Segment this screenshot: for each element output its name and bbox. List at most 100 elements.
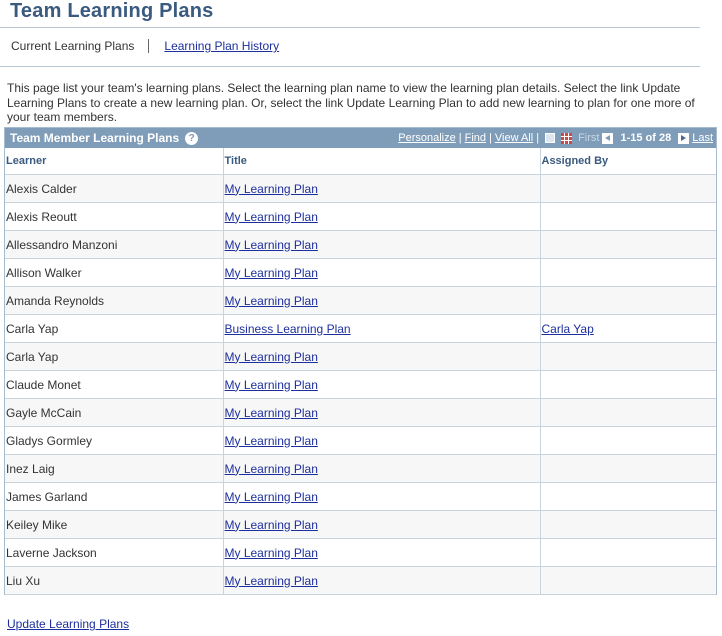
learning-plan-title-link[interactable]: My Learning Plan — [225, 546, 318, 560]
column-header-learner[interactable]: Learner — [5, 148, 224, 175]
table-row: Claude Monet My Learning Plan — [5, 370, 716, 399]
table-row: Allessandro Manzoni My Learning Plan — [5, 230, 716, 259]
last-link[interactable]: Last — [692, 132, 713, 144]
tab-learning-plan-history[interactable]: Learning Plan History — [164, 39, 279, 53]
learner-cell: James Garland — [5, 482, 224, 511]
find-link[interactable]: Find — [465, 132, 486, 144]
learner-cell: Alexis Calder — [5, 174, 224, 203]
title-cell: My Learning Plan — [223, 286, 541, 315]
learning-plans-table: Learner Title Assigned By Alexis Calder M… — [5, 148, 716, 595]
personalize-link[interactable]: Personalize — [398, 132, 455, 144]
title-cell: My Learning Plan — [223, 174, 541, 203]
table-row: Alexis Calder My Learning Plan — [5, 174, 716, 203]
learning-plan-title-link[interactable]: My Learning Plan — [225, 238, 318, 252]
title-cell: My Learning Plan — [223, 398, 541, 427]
assigned-by-cell — [540, 426, 716, 455]
table-row: Allison Walker My Learning Plan — [5, 258, 716, 287]
learner-cell: Inez Laig — [5, 454, 224, 483]
learner-cell: Claude Monet — [5, 370, 224, 399]
title-cell: My Learning Plan — [223, 538, 541, 567]
table-row: Alexis Reoutt My Learning Plan — [5, 202, 716, 231]
assigned-by-cell — [540, 174, 716, 203]
table-row: Gayle McCain My Learning Plan — [5, 398, 716, 427]
learner-cell: Keiley Mike — [5, 510, 224, 539]
question-icon[interactable]: ? — [185, 131, 199, 145]
learning-plan-title-link[interactable]: My Learning Plan — [225, 182, 318, 196]
assigned-by-cell — [540, 398, 716, 427]
assigned-by-cell — [540, 286, 716, 315]
title-cell: My Learning Plan — [223, 342, 541, 371]
title-cell: My Learning Plan — [223, 454, 541, 483]
learner-cell: Gayle McCain — [5, 398, 224, 427]
assigned-by-cell — [540, 342, 716, 371]
title-cell: My Learning Plan — [223, 258, 541, 287]
column-header-assigned-by[interactable]: Assigned By — [540, 148, 716, 175]
intro-text: This page list your team's learning plan… — [7, 81, 695, 124]
learner-cell: Allison Walker — [5, 258, 224, 287]
table-row: Amanda Reynolds My Learning Plan — [5, 286, 716, 315]
download-spreadsheet-icon[interactable] — [561, 132, 573, 144]
next-arrow-icon[interactable] — [678, 132, 690, 144]
learner-cell: Carla Yap — [5, 314, 224, 343]
assigned-by-cell: Carla Yap — [540, 314, 716, 343]
view-all-link[interactable]: View All — [495, 132, 533, 144]
page-title: Team Learning Plans — [10, 0, 214, 22]
table-row: Carla Yap My Learning Plan — [5, 342, 716, 371]
title-divider — [0, 27, 700, 28]
table-header-row: Learner Title Assigned By — [5, 148, 716, 175]
page-tabs: Current Learning Plans Learning Plan His… — [11, 39, 279, 53]
learner-cell: Laverne Jackson — [5, 538, 224, 567]
learner-cell: Alexis Reoutt — [5, 202, 224, 231]
new-window-icon[interactable] — [545, 133, 556, 143]
grid-navigation: Personalize | Find | View All | First 1-… — [398, 128, 713, 148]
table-row: Gladys Gormley My Learning Plan — [5, 426, 716, 455]
previous-arrow-icon — [602, 132, 614, 144]
learning-plan-title-link[interactable]: My Learning Plan — [225, 350, 318, 364]
assigned-by-cell — [540, 454, 716, 483]
table-row: Carla Yap Business Learning Plan Carla Yap — [5, 314, 716, 343]
learning-plan-title-link[interactable]: Business Learning Plan — [225, 322, 351, 336]
learning-plan-title-link[interactable]: My Learning Plan — [225, 294, 318, 308]
first-link: First — [578, 132, 600, 144]
learning-plan-title-link[interactable]: My Learning Plan — [225, 490, 318, 504]
learner-cell: Carla Yap — [5, 342, 224, 371]
grid-title: Team Member Learning Plans — [10, 131, 180, 145]
title-cell: Business Learning Plan — [223, 314, 541, 343]
learner-cell: Allessandro Manzoni — [5, 230, 224, 259]
learning-plan-title-link[interactable]: My Learning Plan — [225, 378, 318, 392]
nav-separator: | — [489, 132, 492, 144]
title-cell: My Learning Plan — [223, 230, 541, 259]
assigned-by-cell — [540, 482, 716, 511]
learner-cell: Amanda Reynolds — [5, 286, 224, 315]
nav-separator: | — [536, 132, 540, 144]
row-count: 1-15 of 28 — [620, 132, 672, 144]
title-cell: My Learning Plan — [223, 510, 541, 539]
assigned-by-link[interactable]: Carla Yap — [542, 322, 594, 336]
table-row: Laverne Jackson My Learning Plan — [5, 538, 716, 567]
learner-cell: Liu Xu — [5, 566, 224, 595]
grid-header: Team Member Learning Plans ? Personalize… — [5, 128, 716, 148]
table-row: Liu Xu My Learning Plan — [5, 566, 716, 595]
title-cell: My Learning Plan — [223, 426, 541, 455]
learning-plan-title-link[interactable]: My Learning Plan — [225, 518, 318, 532]
title-cell: My Learning Plan — [223, 202, 541, 231]
tab-current-learning-plans: Current Learning Plans — [11, 39, 135, 53]
learning-plan-title-link[interactable]: My Learning Plan — [225, 574, 318, 588]
learning-plan-title-link[interactable]: My Learning Plan — [225, 266, 318, 280]
learner-cell: Gladys Gormley — [5, 426, 224, 455]
table-row: Inez Laig My Learning Plan — [5, 454, 716, 483]
title-cell: My Learning Plan — [223, 566, 541, 595]
column-header-title[interactable]: Title — [223, 148, 541, 175]
learning-plan-title-link[interactable]: My Learning Plan — [225, 434, 318, 448]
assigned-by-cell — [540, 230, 716, 259]
learning-plan-title-link[interactable]: My Learning Plan — [225, 210, 318, 224]
assigned-by-cell — [540, 202, 716, 231]
learning-plan-title-link[interactable]: My Learning Plan — [225, 462, 318, 476]
title-cell: My Learning Plan — [223, 482, 541, 511]
assigned-by-cell — [540, 370, 716, 399]
nav-separator: | — [458, 132, 462, 144]
learning-plan-title-link[interactable]: My Learning Plan — [225, 406, 318, 420]
tabs-divider — [0, 66, 700, 67]
update-learning-plans-link[interactable]: Update Learning Plans — [7, 617, 129, 631]
team-member-learning-plans-grid: Team Member Learning Plans ? Personalize… — [4, 127, 717, 595]
